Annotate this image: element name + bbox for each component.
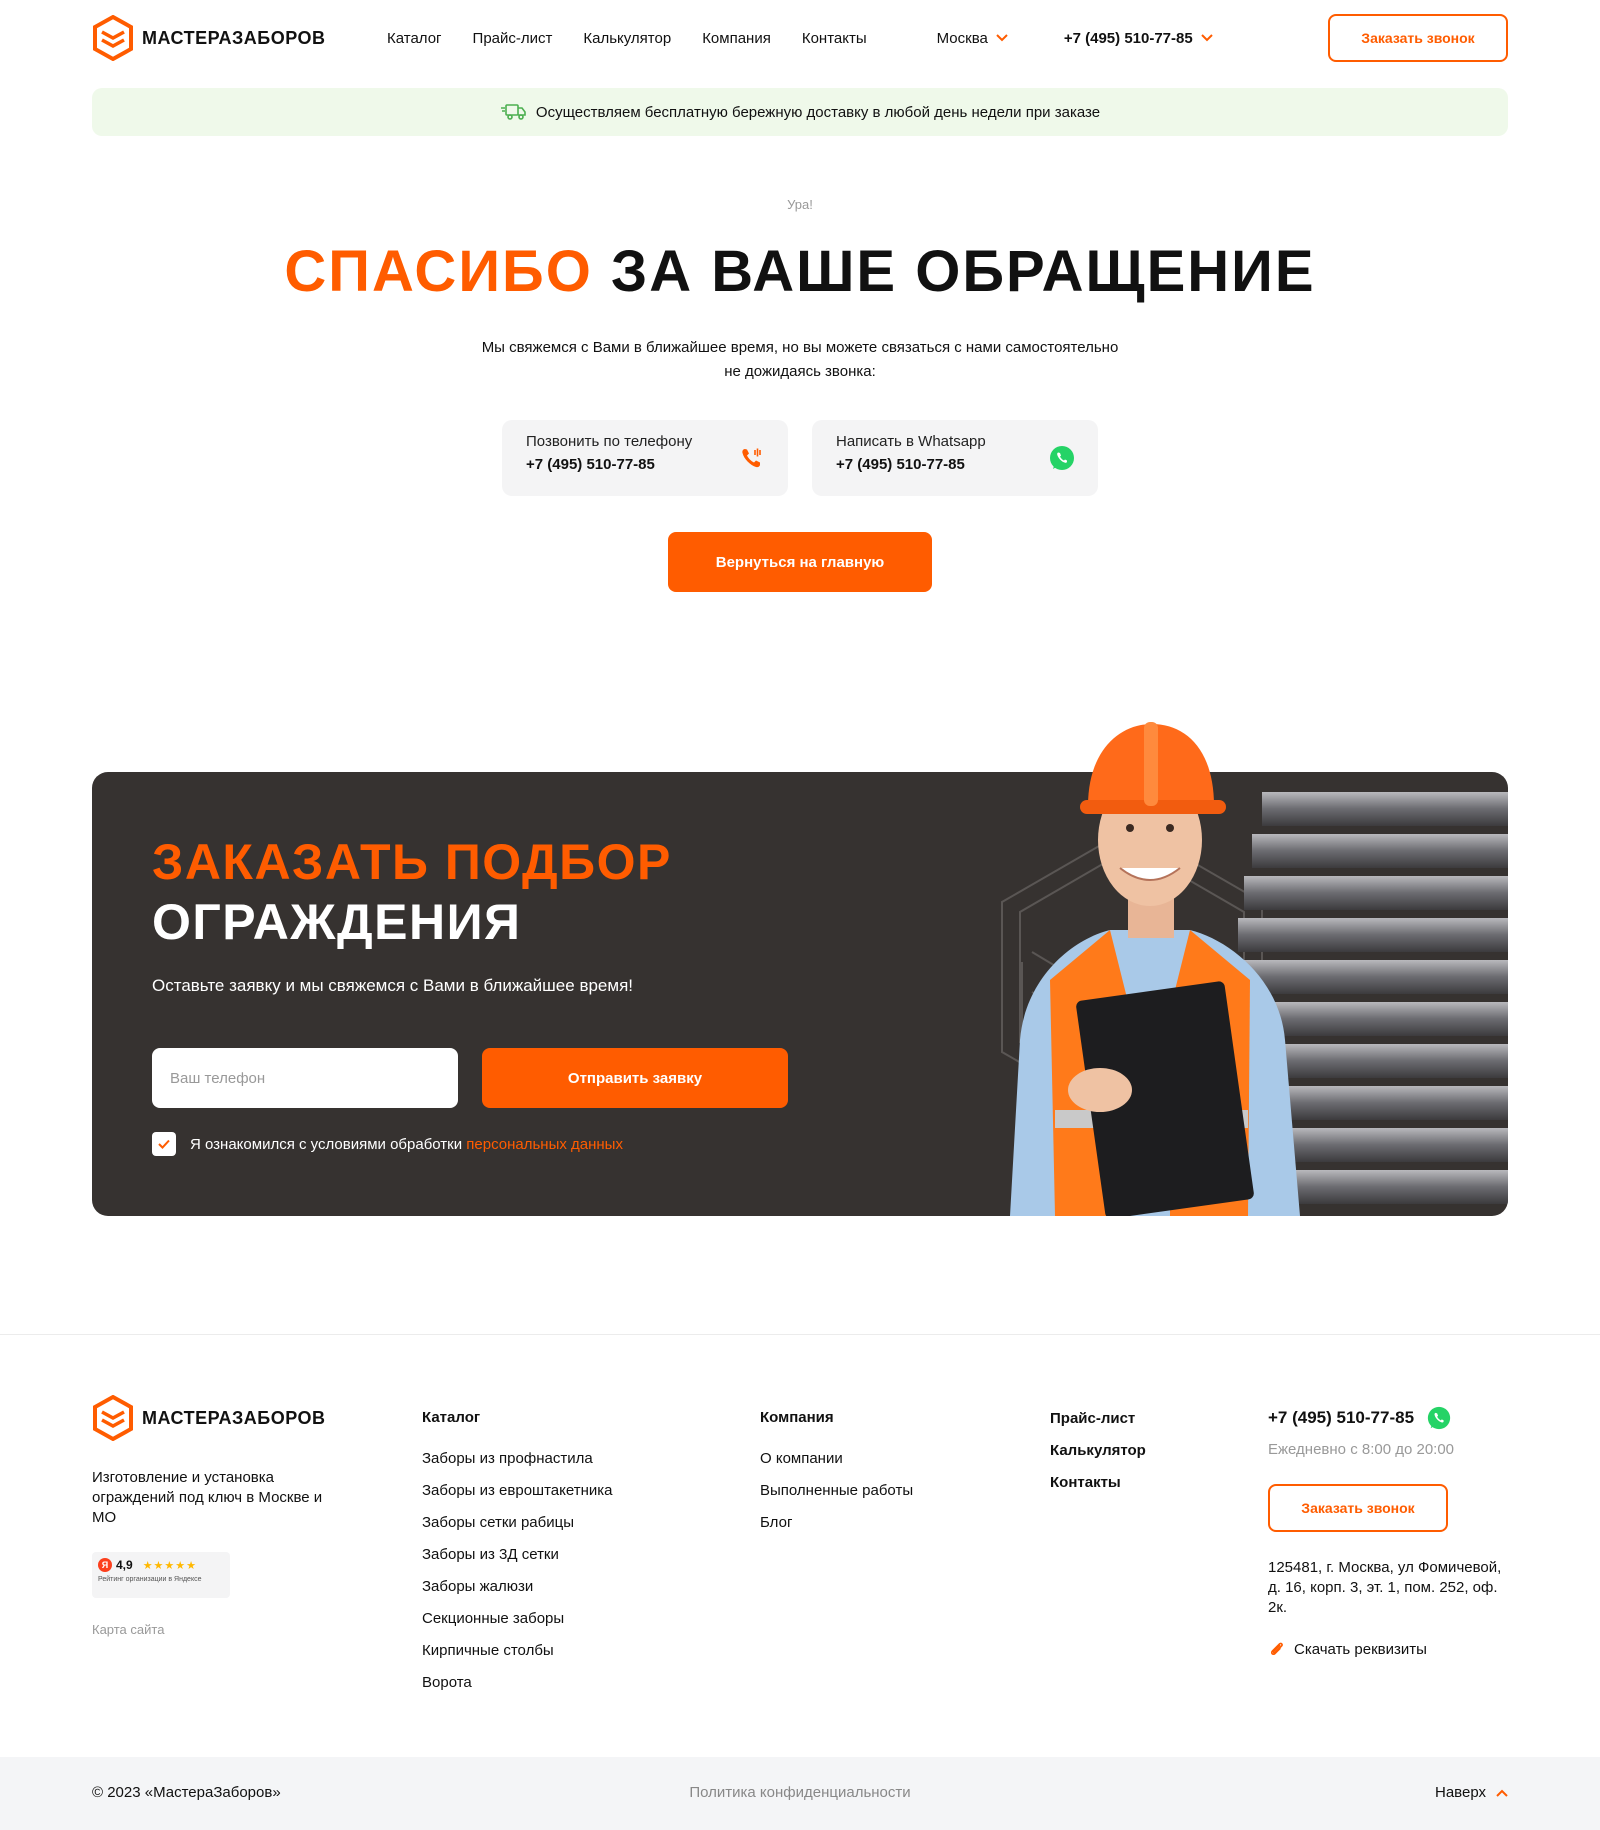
hero-subtitle: Мы свяжемся с Вами в ближайшее время, но… xyxy=(400,336,1200,384)
city-label: Москва xyxy=(936,29,988,47)
consent-text: Я ознакомился с условиями обработки перс… xyxy=(190,1136,623,1153)
paperclip-icon xyxy=(1270,1642,1283,1656)
footer-catalog-item[interactable]: Секционные заборы xyxy=(422,1610,612,1628)
scroll-to-top-label: Наверх xyxy=(1435,1784,1486,1801)
privacy-policy-link[interactable]: Политика конфиденциальности xyxy=(689,1784,910,1801)
copyright: © 2023 «МастераЗаборов» xyxy=(92,1784,281,1801)
footer-extra-links: Прайс-лист Калькулятор Контакты xyxy=(1050,1409,1146,1505)
logo-icon xyxy=(93,15,133,61)
footer-contacts: +7 (495) 510-77-85 Ежедневно с 8:00 до 2… xyxy=(1268,1405,1508,1658)
footer-link-price-list[interactable]: Прайс-лист xyxy=(1050,1409,1146,1428)
phone-call-icon xyxy=(742,448,761,468)
contact-cards: Позвонить по телефону +7 (495) 510-77-85… xyxy=(502,420,1098,496)
sitemap-link[interactable]: Карта сайта xyxy=(92,1622,164,1637)
back-home-button[interactable]: Вернуться на главную xyxy=(668,532,932,592)
consent-label: Я ознакомился с условиями обработки xyxy=(190,1135,467,1153)
nav-contacts[interactable]: Контакты xyxy=(802,30,867,47)
footer-description: Изготовление и установка ограждений под … xyxy=(92,1469,323,1526)
logo-icon xyxy=(93,1395,133,1441)
whatsapp-icon xyxy=(1050,446,1074,470)
delivery-banner: Осуществляем бесплатную бережную доставк… xyxy=(92,88,1508,136)
title-accent: СПАСИБО xyxy=(284,239,593,304)
yandex-icon: Я xyxy=(98,1558,112,1572)
consent-row: Я ознакомился с условиями обработки перс… xyxy=(152,1132,623,1156)
whatsapp-card-label: Написать в Whatsapp xyxy=(836,433,986,450)
download-details-link[interactable]: Скачать реквизиты xyxy=(1268,1640,1508,1658)
yandex-rating-badge[interactable]: Я 4,9 ★★★★★ Рейтинг организации в Яндекс… xyxy=(92,1552,230,1598)
delivery-truck-icon xyxy=(500,104,526,120)
scroll-to-top-button[interactable]: Наверх xyxy=(1435,1784,1508,1801)
call-phone-card[interactable]: Позвонить по телефону +7 (495) 510-77-85 xyxy=(502,420,788,496)
footer-company-item[interactable]: Блог xyxy=(760,1514,913,1532)
submit-request-button[interactable]: Отправить заявку xyxy=(482,1048,788,1108)
checkmark-icon xyxy=(158,1139,170,1149)
title-rest: ЗА ВАШЕ ОБРАЩЕНИЕ xyxy=(592,239,1316,304)
footer-catalog-item[interactable]: Заборы из евроштакетника xyxy=(422,1482,612,1500)
footer-catalog-item[interactable]: Ворота xyxy=(422,1674,612,1692)
footer-catalog-item[interactable]: Заборы из профнастила xyxy=(422,1450,612,1468)
promo-title-line1: ЗАКАЗАТЬ ПОДБОР xyxy=(152,834,672,890)
footer-company-column: Компания О компании Выполненные работы Б… xyxy=(760,1409,913,1546)
banner-text: Осуществляем бесплатную бережную доставк… xyxy=(535,103,1101,121)
city-selector[interactable]: Москва xyxy=(937,30,1008,47)
header-phone[interactable]: +7 (495) 510-77-85 xyxy=(1064,30,1213,47)
logo-text: МАСТЕРАЗАБОРОВ xyxy=(142,27,326,48)
footer-company-item[interactable]: О компании xyxy=(760,1450,913,1468)
main-nav: Каталог Прайс-лист Калькулятор Компания … xyxy=(387,30,867,47)
promo-subtitle: Оставьте заявку и мы свяжемся с Вами в б… xyxy=(152,976,633,995)
nav-price-list[interactable]: Прайс-лист xyxy=(473,30,553,47)
footer-company-title[interactable]: Компания xyxy=(760,1409,913,1426)
logo[interactable]: МАСТЕРАЗАБОРОВ xyxy=(92,15,387,61)
chevron-down-icon xyxy=(996,34,1008,42)
chevron-down-icon xyxy=(1200,34,1213,42)
personal-data-link[interactable]: персональных данных xyxy=(466,1136,623,1153)
footer-catalog-title[interactable]: Каталог xyxy=(422,1409,612,1426)
chevron-up-icon xyxy=(1496,1789,1508,1797)
nav-company[interactable]: Компания xyxy=(702,30,771,47)
whatsapp-card[interactable]: Написать в Whatsapp +7 (495) 510-77-85 xyxy=(812,420,1098,496)
worker-photo xyxy=(1010,722,1300,1216)
order-call-button[interactable]: Заказать звонок xyxy=(1328,14,1508,62)
page-title: СПАСИБО ЗА ВАШЕ ОБРАЩЕНИЕ xyxy=(0,236,1600,308)
hero-kicker: Ура! xyxy=(787,197,813,212)
footer-logo[interactable]: МАСТЕРАЗАБОРОВ xyxy=(92,1395,326,1441)
whatsapp-icon[interactable] xyxy=(1426,1405,1452,1431)
rating-caption: Рейтинг организации в Яндексе xyxy=(98,1576,202,1583)
header-phone-number: +7 (495) 510-77-85 xyxy=(1063,29,1193,47)
footer-phone[interactable]: +7 (495) 510-77-85 xyxy=(1268,1405,1508,1431)
site-header: МАСТЕРАЗАБОРОВ Каталог Прайс-лист Кальку… xyxy=(92,13,1508,63)
footer-bottom-bar: © 2023 «МастераЗаборов» Политика конфиде… xyxy=(0,1757,1600,1830)
rating-score: 4,9 xyxy=(116,1558,133,1572)
footer-order-call-button[interactable]: Заказать звонок xyxy=(1268,1484,1448,1532)
promo-title: ЗАКАЗАТЬ ПОДБОР ОГРАЖДЕНИЯ xyxy=(152,832,672,952)
footer-catalog-item[interactable]: Кирпичные столбы xyxy=(422,1642,612,1660)
consent-checkbox[interactable] xyxy=(152,1132,176,1156)
call-card-label: Позвонить по телефону xyxy=(526,433,693,450)
promo-title-line2: ОГРАЖДЕНИЯ xyxy=(152,894,522,950)
hero-subtitle-line2: не дожидаясь звонка: xyxy=(724,363,876,380)
footer-phone-number: +7 (495) 510-77-85 xyxy=(1268,1408,1415,1427)
footer-link-calculator[interactable]: Калькулятор xyxy=(1050,1441,1146,1460)
nav-calculator[interactable]: Калькулятор xyxy=(583,30,671,47)
rating-stars: ★★★★★ xyxy=(142,1559,197,1572)
download-details-label: Скачать реквизиты xyxy=(1294,1640,1427,1658)
working-hours: Ежедневно с 8:00 до 20:00 xyxy=(1268,1441,1455,1458)
footer-catalog-column: Каталог Заборы из профнастила Заборы из … xyxy=(422,1409,612,1706)
hero-subtitle-line1: Мы свяжемся с Вами в ближайшее время, но… xyxy=(481,339,1119,356)
nav-catalog[interactable]: Каталог xyxy=(387,30,442,47)
footer-logo-text: МАСТЕРАЗАБОРОВ xyxy=(142,1407,326,1428)
footer-divider xyxy=(0,1334,1600,1335)
footer-link-contacts[interactable]: Контакты xyxy=(1050,1473,1146,1492)
call-card-phone: +7 (495) 510-77-85 xyxy=(526,456,655,473)
footer-catalog-item[interactable]: Заборы из 3Д сетки xyxy=(422,1546,612,1564)
address: 125481, г. Москва, ул Фомичевой, д. 16, … xyxy=(1268,1559,1502,1616)
phone-input[interactable] xyxy=(152,1048,458,1108)
footer-company-item[interactable]: Выполненные работы xyxy=(760,1482,913,1500)
footer-catalog-item[interactable]: Заборы сетки рабицы xyxy=(422,1514,612,1532)
whatsapp-card-phone: +7 (495) 510-77-85 xyxy=(836,456,965,473)
footer-catalog-item[interactable]: Заборы жалюзи xyxy=(422,1578,612,1596)
